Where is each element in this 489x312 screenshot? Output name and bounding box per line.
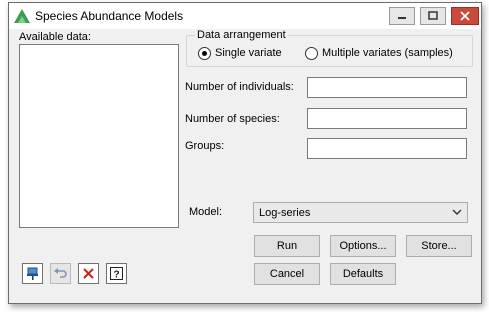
single-variate-radio[interactable]: [198, 47, 211, 60]
window-title: Species Abundance Models: [35, 9, 184, 23]
individuals-label: Number of individuals:: [185, 81, 294, 93]
clear-icon: [83, 268, 94, 279]
model-label: Model:: [189, 206, 223, 218]
options-button[interactable]: Options...: [330, 235, 396, 257]
maximize-icon: [428, 11, 438, 20]
clear-button[interactable]: [78, 263, 99, 284]
groups-input[interactable]: [307, 138, 467, 159]
close-button[interactable]: [451, 7, 479, 25]
maximize-button[interactable]: [420, 7, 446, 25]
cancel-button[interactable]: Cancel: [254, 263, 320, 285]
minimize-icon: [398, 17, 406, 19]
help-button[interactable]: ?: [106, 263, 127, 284]
title-bar: Species Abundance Models: [9, 3, 481, 29]
defaults-button[interactable]: Defaults: [330, 263, 396, 285]
individuals-input[interactable]: [307, 77, 467, 98]
multiple-variates-label[interactable]: Multiple variates (samples): [322, 47, 453, 59]
model-select-value: Log-series: [259, 207, 311, 219]
data-arrangement-legend: Data arrangement: [195, 29, 288, 41]
model-select[interactable]: Log-series: [253, 202, 468, 223]
svg-text:?: ?: [113, 270, 119, 281]
available-data-list[interactable]: [19, 44, 179, 228]
close-icon: [460, 11, 470, 21]
run-button[interactable]: Run: [254, 235, 320, 257]
undo-icon: [54, 268, 67, 278]
available-data-label: Available data:: [19, 31, 91, 43]
help-icon: ?: [110, 267, 123, 281]
app-logo-icon: [14, 9, 30, 23]
species-input[interactable]: [307, 108, 467, 129]
dialog-window: Species Abundance Models Available data:…: [8, 2, 482, 304]
multiple-variates-radio[interactable]: [305, 47, 318, 60]
species-label: Number of species:: [185, 113, 280, 125]
pin-button[interactable]: [22, 263, 43, 284]
groups-label: Groups:: [185, 140, 225, 152]
data-arrangement-group: Data arrangement Single variate Multiple…: [186, 29, 473, 67]
radio-selected-dot: [202, 51, 207, 56]
minimize-button[interactable]: [389, 7, 415, 25]
chevron-down-icon: [452, 209, 462, 215]
single-variate-label[interactable]: Single variate: [215, 47, 282, 59]
undo-button[interactable]: [50, 263, 71, 284]
pin-icon: [27, 267, 38, 280]
store-button[interactable]: Store...: [406, 235, 472, 257]
